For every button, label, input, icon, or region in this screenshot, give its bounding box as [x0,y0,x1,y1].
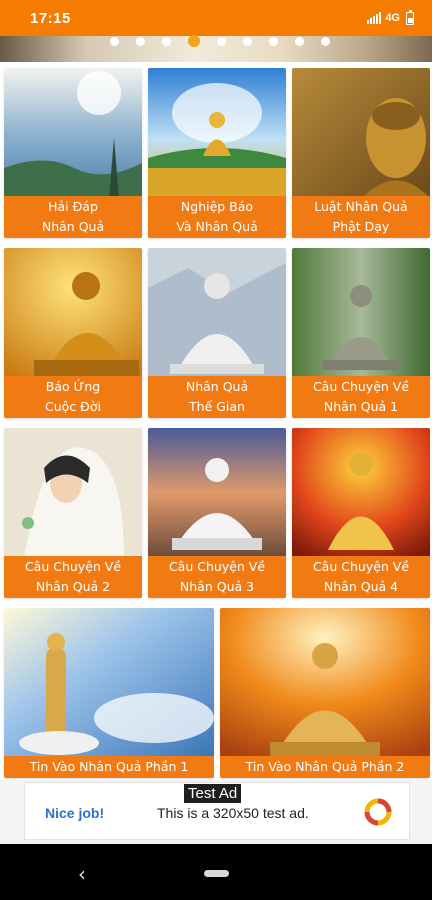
card-caption: Luật Nhân Quả Phật Dạy [292,196,430,238]
card-image [148,248,286,378]
card-title-line1: Câu Chuyện Về [168,559,266,574]
home-pill[interactable] [204,870,229,877]
status-bar: 17:15 4G [0,0,432,36]
card-caption: Báo Ứng Cuộc Đời [4,376,142,418]
card-title-line1: Nghiệp Báo [180,199,254,214]
status-time: 17:15 [30,9,71,27]
signal-icon [367,12,382,24]
card-caption: Câu Chuyện Về Nhân Quả 3 [148,556,286,598]
card-title-line1: Câu Chuyện Về [312,559,410,574]
card-caption: Hải Đáp Nhân Quả [4,196,142,238]
slider-dots [110,35,330,47]
card-caption: Câu Chuyện Về Nhân Quả 4 [292,556,430,598]
ad-logo-icon [364,798,392,826]
card-image [292,68,430,198]
card-image [4,248,142,378]
card-title-line2: Phật Dạy [332,219,390,234]
card-title-line2: Nhân Quả 2 [35,579,111,594]
card-title-line2: Thế Gian [189,399,245,414]
banner-slider[interactable] [0,35,432,62]
network-type: 4G [385,12,400,24]
slider-dot[interactable] [269,36,278,46]
card-title-line1: Câu Chuyện Về [312,379,410,394]
card-title-line1: Tin Vào Nhân Quả Phần 2 [245,759,405,774]
battery-icon [406,9,414,25]
category-card[interactable]: Tin Vào Nhân Quả Phần 2 [220,608,430,778]
card-caption: Nhân Quả Thế Gian [148,376,286,418]
slider-dot[interactable] [295,36,304,46]
card-image [4,428,142,558]
card-title-line1: Hải Đáp [48,199,98,214]
card-title-line1: Báo Ứng [45,379,101,394]
slider-dot[interactable] [217,36,226,46]
category-card[interactable]: Hải Đáp Nhân Quả [4,68,142,238]
category-card[interactable]: Câu Chuyện Về Nhân Quả 3 [148,428,286,598]
card-title-line1: Nhân Quả [185,379,249,394]
slider-dot[interactable] [243,36,252,46]
ad-text: This is a 320x50 test ad. [157,805,309,821]
card-title-line2: Nhân Quả 4 [323,579,399,594]
slider-dot[interactable] [110,36,119,46]
category-card[interactable]: Câu Chuyện Về Nhân Quả 1 [292,248,430,418]
back-icon[interactable]: ‹ [78,862,86,886]
category-card[interactable]: Nhân Quả Thế Gian [148,248,286,418]
card-title-line2: Và Nhân Quả [176,219,258,234]
card-title-line2: Nhân Quả [41,219,105,234]
card-image [148,428,286,558]
card-image [292,428,430,558]
card-title-line2: Nhân Quả 1 [323,399,399,414]
card-caption: Nghiệp Báo Và Nhân Quả [148,196,286,238]
ad-label: Test Ad [184,784,242,803]
card-image [4,68,142,198]
nav-bar: ‹ [0,844,432,900]
card-image [220,608,430,756]
card-title-line2: Nhân Quả 3 [179,579,255,594]
ad-headline: Nice job! [45,805,105,821]
slider-dot[interactable] [162,36,171,46]
slider-dot[interactable] [136,36,145,46]
category-grid: Hải Đáp Nhân Quả Nghiệp Báo Và Nhân Quả [0,62,432,780]
card-caption: Câu Chuyện Về Nhân Quả 2 [4,556,142,598]
card-title-line2: Cuộc Đời [45,399,101,414]
card-title-line1: Câu Chuyện Về [24,559,122,574]
category-card[interactable]: Tin Vào Nhân Quả Phần 1 [4,608,214,778]
category-card[interactable]: Nghiệp Báo Và Nhân Quả [148,68,286,238]
slider-dot-active[interactable] [188,35,200,47]
category-card[interactable]: Luật Nhân Quả Phật Dạy [292,68,430,238]
category-card[interactable]: Câu Chuyện Về Nhân Quả 4 [292,428,430,598]
card-caption: Tin Vào Nhân Quả Phần 2 [220,756,430,778]
card-caption: Câu Chuyện Về Nhân Quả 1 [292,376,430,418]
card-image [148,68,286,198]
card-title-line1: Tin Vào Nhân Quả Phần 1 [29,759,189,774]
status-icons: 4G [367,9,414,25]
card-image [4,608,214,756]
category-card[interactable]: Báo Ứng Cuộc Đời [4,248,142,418]
category-card[interactable]: Câu Chuyện Về Nhân Quả 2 [4,428,142,598]
card-title-line1: Luật Nhân Quả [314,199,408,214]
card-image [292,248,430,378]
card-caption: Tin Vào Nhân Quả Phần 1 [4,756,214,778]
slider-dot[interactable] [321,36,330,46]
